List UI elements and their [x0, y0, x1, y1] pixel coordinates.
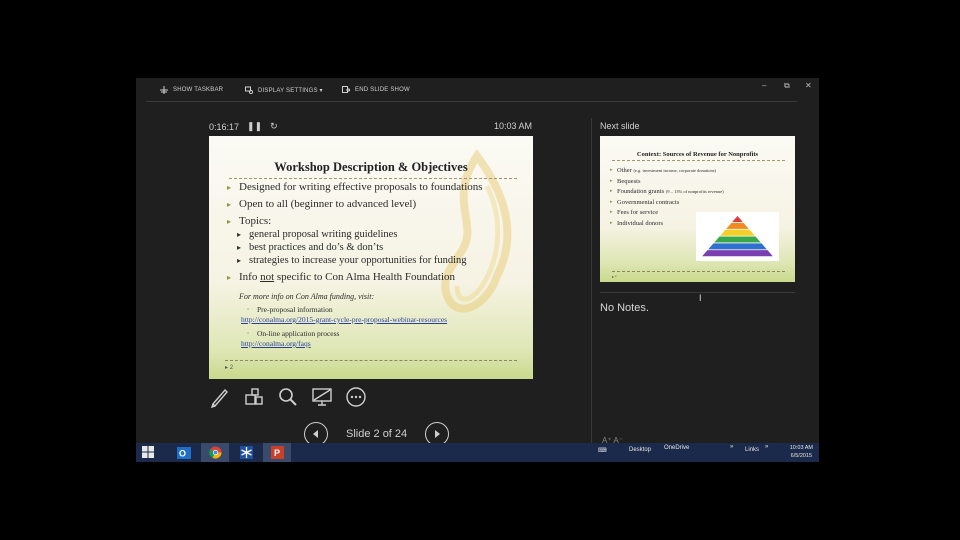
text-cursor-icon: I — [699, 293, 702, 303]
next-item-other: Other (e.g. investment income, corporate… — [610, 166, 724, 177]
snowflake-icon — [239, 446, 253, 459]
close-button[interactable]: ✕ — [805, 81, 812, 90]
bullet-open: Open to all (beginner to advanced level) — [227, 198, 527, 211]
pane-divider[interactable] — [591, 118, 592, 444]
pre-proposal-link[interactable]: http://conalma.org/2015-grant-cycle-pre-… — [227, 315, 527, 325]
zoom-icon[interactable] — [277, 386, 299, 408]
system-time: 10:03 AM — [789, 445, 813, 451]
pyramid-tier — [726, 222, 749, 229]
next-item-foundation-note: (9 – 13% of nonprofits revenue) — [665, 189, 724, 195]
pyramid-tier — [732, 216, 743, 223]
info-pre: Info — [239, 271, 261, 283]
bullet-info: Info not specific to Con Alma Health Fou… — [227, 271, 527, 284]
presenter-view: SHOW TASKBAR DISPLAY SETTINGS ▾ END SLID… — [136, 78, 819, 462]
pyramid-tier — [720, 229, 755, 236]
bullet-topics: Topics: — [227, 215, 527, 228]
more-info-text: For more info on Con Alma funding, visit… — [239, 292, 375, 301]
presenter-tools — [209, 386, 367, 408]
powerpoint-app[interactable]: P — [263, 443, 291, 462]
info-post: specific to Con Alma Health Foundation — [274, 271, 456, 283]
pre-proposal-label: Pre-proposal information — [227, 305, 527, 315]
revenue-pyramid-image — [696, 212, 779, 261]
onedrive-toolbar[interactable]: OneDrive — [664, 445, 689, 451]
end-slide-show-label: END SLIDE SHOW — [355, 87, 410, 93]
links-chevron-icon[interactable]: » — [765, 444, 768, 450]
elapsed-timer: 0:16:17 ❚❚ ↻ — [209, 121, 278, 132]
footer-rule — [225, 360, 517, 361]
windows-taskbar: O P ⌨ Desktop OneDrive » Links » 10:03 A… — [136, 443, 819, 462]
snowflake-app[interactable] — [232, 443, 260, 462]
slide-counter[interactable]: Slide 2 of 24 — [338, 428, 415, 440]
bullet-designed: Designed for writing effective proposals… — [227, 181, 527, 194]
slide-number: ▸ 2 — [225, 365, 234, 371]
sub-bullet-guidelines: general proposal writing guidelines — [227, 228, 527, 241]
speaker-notes[interactable]: No Notes. — [600, 302, 649, 314]
chevron-expand-icon[interactable]: » — [730, 444, 733, 450]
slide-body: Designed for writing effective proposals… — [227, 181, 527, 353]
chevron-left-icon — [313, 430, 318, 438]
chrome-app[interactable] — [201, 443, 229, 462]
next-slide-thumbnail[interactable]: Context: Sources of Revenue for Nonprofi… — [600, 136, 795, 282]
system-clock[interactable]: 10:03 AM 6/5/2015 — [790, 445, 813, 460]
svg-text:O: O — [179, 448, 186, 458]
current-time: 10:03 AM — [494, 121, 533, 131]
windows-start-icon[interactable] — [142, 446, 154, 458]
more-options-icon[interactable] — [345, 386, 367, 408]
toolbar-divider — [146, 101, 797, 102]
outlook-app[interactable]: O — [170, 443, 198, 462]
display-settings-icon — [245, 86, 253, 94]
next-item-other-label: Other — [617, 167, 632, 174]
next-item-other-note: (e.g. investment income, corporate donat… — [633, 168, 717, 173]
faqs-link[interactable]: http://conalma.org/faqs — [227, 339, 527, 349]
svg-text:P: P — [274, 448, 280, 458]
show-taskbar-button[interactable]: SHOW TASKBAR — [160, 86, 223, 94]
notes-divider[interactable] — [600, 292, 795, 293]
desktop-toolbar[interactable]: Desktop — [629, 447, 651, 453]
info-not: not — [260, 271, 275, 283]
application-label: On-line application process — [227, 329, 527, 339]
outlook-icon: O — [177, 446, 191, 459]
see-all-slides-icon[interactable] — [243, 386, 265, 408]
next-item-foundation-label: Foundation grants — [617, 188, 665, 196]
next-footer-rule — [612, 271, 785, 272]
slide-title: Workshop Description & Objectives — [274, 160, 468, 174]
pyramid-tier — [708, 243, 767, 250]
next-title-rule — [612, 160, 785, 161]
links-toolbar[interactable]: Links — [745, 447, 759, 453]
sub-bullet-strategies: strategies to increase your opportunitie… — [227, 254, 527, 267]
display-settings-button[interactable]: DISPLAY SETTINGS ▾ — [245, 86, 323, 94]
presenter-toolbar: SHOW TASKBAR DISPLAY SETTINGS ▾ END SLID… — [136, 78, 819, 102]
next-item-foundation: Foundation grants (9 – 13% of nonprofits… — [610, 187, 724, 198]
end-show-icon — [342, 86, 350, 93]
chevron-right-icon — [435, 430, 441, 438]
title-rule — [229, 178, 517, 179]
next-slide-marker: ▸ ² — [612, 274, 617, 279]
show-taskbar-label: SHOW TASKBAR — [173, 87, 224, 93]
powerpoint-icon: P — [270, 446, 284, 459]
current-slide[interactable]: Workshop Description & Objectives Design… — [209, 136, 533, 379]
display-settings-label: DISPLAY SETTINGS ▾ — [258, 87, 323, 94]
taskbar-icon — [160, 86, 168, 94]
sub-bullet-best-practices: best practices and do’s & don’ts — [227, 241, 527, 254]
next-slide-title: Context: Sources of Revenue for Nonprofi… — [636, 151, 759, 158]
next-item-bequests: Bequests — [610, 177, 724, 188]
chrome-icon — [208, 446, 221, 459]
restore-button[interactable]: ⧉ — [784, 81, 790, 91]
black-screen-icon[interactable] — [311, 386, 333, 408]
elapsed-time: 0:16:17 — [209, 121, 240, 132]
pyramid-tier — [714, 236, 761, 243]
restart-icon[interactable]: ↻ — [270, 121, 278, 132]
pause-icon[interactable]: ❚❚ — [247, 121, 262, 132]
system-date: 6/5/2015 — [790, 452, 813, 459]
next-item-government: Governmental contracts — [610, 198, 724, 209]
slide-number-value: 2 — [229, 365, 234, 371]
next-slide-header: Next slide — [600, 121, 640, 131]
pyramid-tier — [702, 250, 773, 257]
pen-icon[interactable] — [209, 386, 231, 408]
minimize-button[interactable]: – — [762, 81, 766, 90]
keyboard-icon[interactable]: ⌨ — [598, 447, 607, 454]
end-slide-show-button[interactable]: END SLIDE SHOW — [342, 86, 410, 94]
